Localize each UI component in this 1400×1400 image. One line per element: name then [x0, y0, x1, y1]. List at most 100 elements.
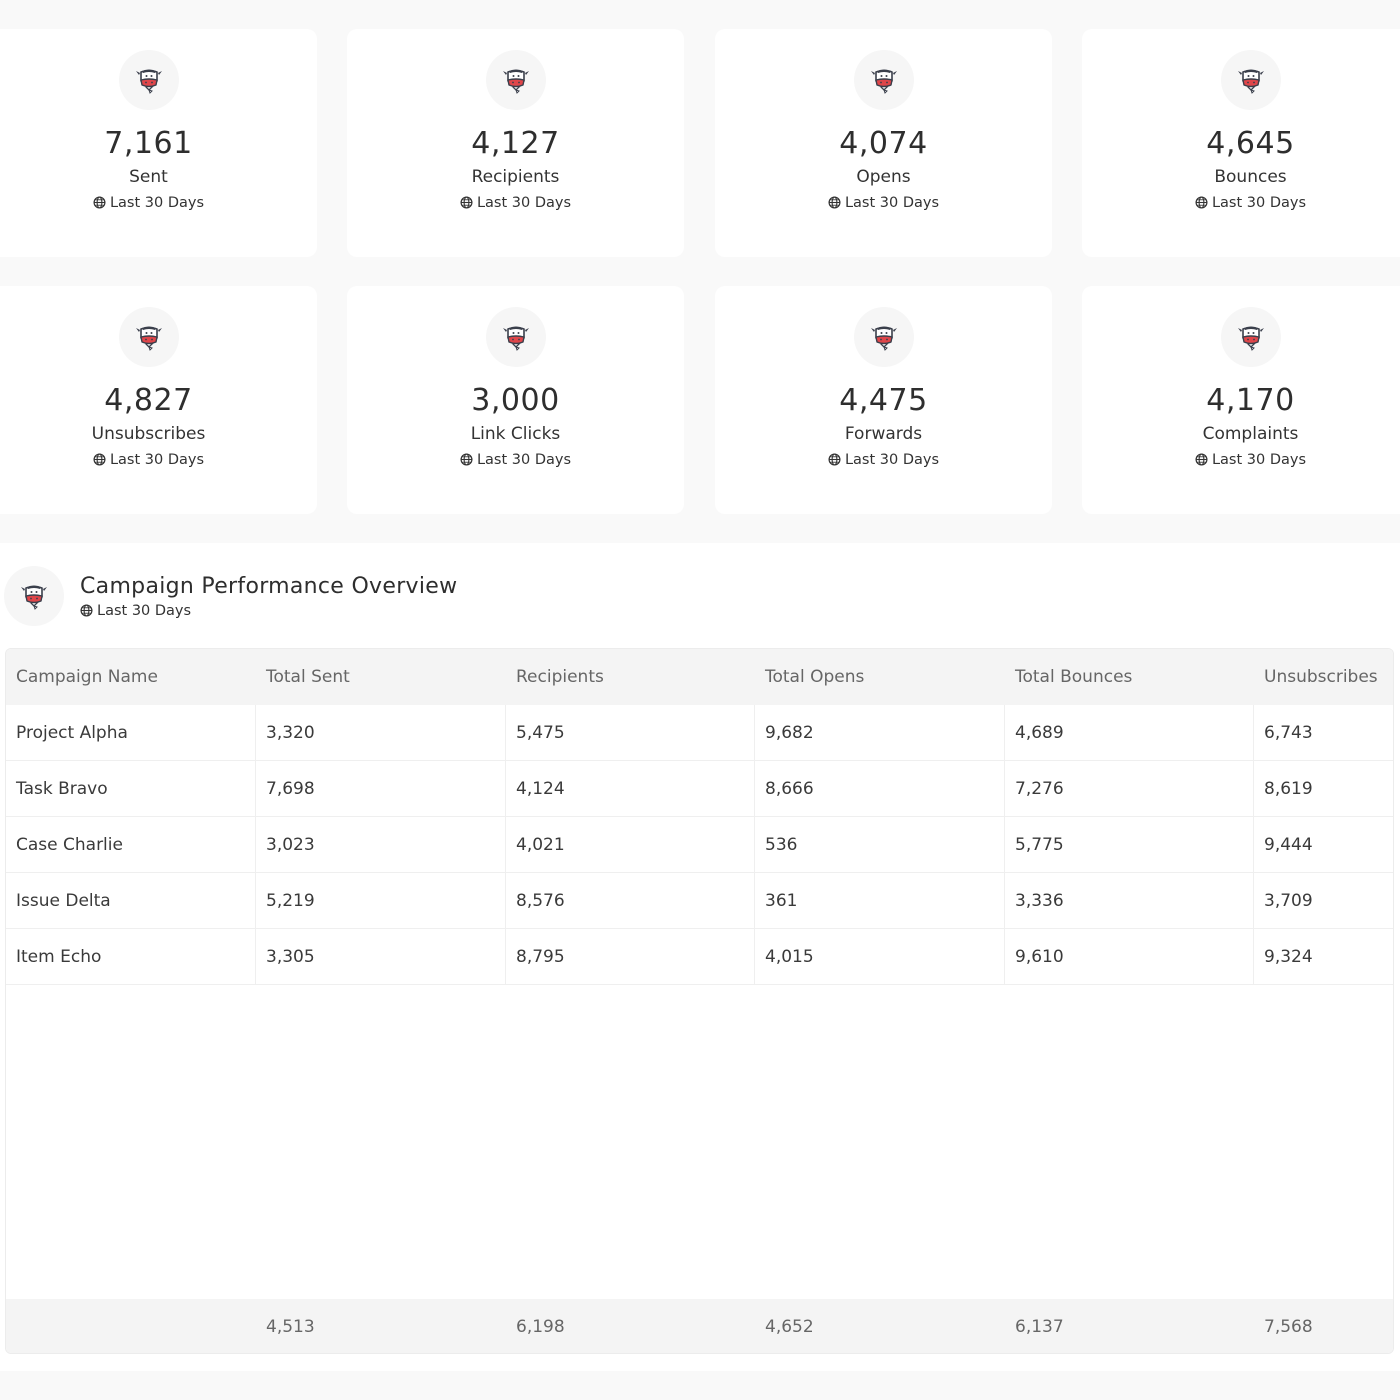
stat-label: Bounces [1214, 167, 1287, 187]
campaign-table: Campaign Name Total Sent Recipients Tota… [5, 648, 1394, 1354]
globe-icon [460, 453, 473, 466]
stat-value: 4,475 [839, 383, 928, 418]
cell-unsubscribes: 3,709 [1264, 891, 1313, 911]
globe-icon [93, 453, 106, 466]
cell-campaign-name: Task Bravo [6, 761, 256, 817]
overview-title: Campaign Performance Overview [80, 574, 458, 599]
stat-period-text: Last 30 Days [1211, 195, 1307, 211]
stat-period: Last 30 Days [347, 450, 684, 470]
stat-card-forwards: 4,475 Forwards Last 30 Days [715, 286, 1052, 514]
cell-total-sent: 7,698 [256, 761, 506, 817]
stat-period: Last 30 Days [715, 193, 1052, 213]
cow-mascot-icon [485, 50, 546, 110]
cell-campaign-name: Case Charlie [6, 817, 256, 873]
stat-value: 4,170 [1206, 383, 1295, 418]
stat-card-bounces: 4,645 Bounces Last 30 Days [1082, 29, 1400, 257]
overview-period: Last 30 Days [80, 601, 191, 621]
cell-recipients: 5,475 [506, 705, 755, 761]
stat-period-text: Last 30 Days [476, 195, 572, 211]
cell-total-bounces: 5,775 [1005, 817, 1254, 873]
cell-campaign-name: Project Alpha [6, 705, 256, 761]
stat-value: 4,827 [104, 383, 193, 418]
footer-cell-unsubscribes: 7,568 [1264, 1317, 1313, 1337]
stat-card-sent: 7,161 Sent Last 30 Days [0, 29, 317, 257]
stat-period-text: Last 30 Days [109, 452, 205, 468]
cow-mascot-icon [1220, 50, 1281, 110]
stat-period: Last 30 Days [715, 450, 1052, 470]
table-row[interactable]: Case Charlie 3,023 4,021 536 5,775 9,444 [6, 817, 1393, 873]
stat-label: Complaints [1202, 424, 1299, 444]
cell-recipients: 8,795 [506, 929, 755, 985]
column-header-campaign-name[interactable]: Campaign Name [6, 649, 256, 705]
column-header-unsubscribes[interactable]: Unsubscribes [1254, 649, 1393, 705]
column-header-total-sent[interactable]: Total Sent [256, 649, 506, 705]
cell-total-opens: 9,682 [755, 705, 1005, 761]
cell-total-opens: 8,666 [755, 761, 1005, 817]
cell-total-sent: 3,320 [256, 705, 506, 761]
cow-mascot-icon [1220, 307, 1281, 367]
globe-icon [80, 604, 93, 617]
stat-value: 4,645 [1206, 126, 1295, 161]
cell-unsubscribes: 9,444 [1264, 835, 1313, 855]
cell-campaign-name: Issue Delta [6, 873, 256, 929]
table-footer-totals: 4,513 6,198 4,652 6,137 7,568 [6, 1299, 1393, 1353]
overview-period-text: Last 30 Days [97, 603, 192, 619]
cell-total-sent: 5,219 [256, 873, 506, 929]
stat-value: 7,161 [104, 126, 193, 161]
stat-period: Last 30 Days [0, 450, 317, 470]
stat-label: Link Clicks [470, 424, 561, 444]
stat-card-unsubscribes: 4,827 Unsubscribes Last 30 Days [0, 286, 317, 514]
footer-cell-label [6, 1299, 256, 1353]
cell-total-opens: 361 [755, 873, 1005, 929]
footer-cell-total-sent: 4,513 [266, 1317, 315, 1337]
stat-period: Last 30 Days [347, 193, 684, 213]
cell-total-bounces: 7,276 [1005, 761, 1254, 817]
stat-period: Last 30 Days [0, 193, 317, 213]
stat-label: Sent [129, 167, 168, 187]
globe-icon [1195, 453, 1208, 466]
cell-unsubscribes: 8,619 [1264, 779, 1313, 799]
stat-card-complaints: 4,170 Complaints Last 30 Days [1082, 286, 1400, 514]
stat-card-recipients: 4,127 Recipients Last 30 Days [347, 29, 684, 257]
stat-label: Unsubscribes [91, 424, 206, 444]
cell-total-bounces: 3,336 [1005, 873, 1254, 929]
globe-icon [828, 453, 841, 466]
cell-recipients: 4,021 [506, 817, 755, 873]
globe-icon [460, 196, 473, 209]
stat-period-text: Last 30 Days [844, 452, 940, 468]
stat-period-text: Last 30 Days [844, 195, 940, 211]
cow-mascot-icon [853, 307, 914, 367]
cell-total-opens: 536 [755, 817, 1005, 873]
stat-period: Last 30 Days [1082, 450, 1400, 470]
cell-total-bounces: 4,689 [1005, 705, 1254, 761]
stat-period-text: Last 30 Days [109, 195, 205, 211]
table-header-row: Campaign Name Total Sent Recipients Tota… [6, 649, 1393, 705]
column-header-recipients[interactable]: Recipients [506, 649, 755, 705]
stat-period: Last 30 Days [1082, 193, 1400, 213]
footer-cell-recipients: 6,198 [516, 1317, 565, 1337]
stat-card-opens: 4,074 Opens Last 30 Days [715, 29, 1052, 257]
cell-unsubscribes: 9,324 [1264, 947, 1313, 967]
stat-label: Recipients [471, 167, 560, 187]
globe-icon [93, 196, 106, 209]
cow-mascot-icon [853, 50, 914, 110]
cell-total-opens: 4,015 [755, 929, 1005, 985]
footer-cell-total-opens: 4,652 [765, 1317, 814, 1337]
stat-value: 4,074 [839, 126, 928, 161]
cell-recipients: 4,124 [506, 761, 755, 817]
table-row[interactable]: Task Bravo 7,698 4,124 8,666 7,276 8,619 [6, 761, 1393, 817]
campaign-overview-panel: Campaign Performance Overview Last 30 Da… [0, 543, 1400, 1371]
cow-mascot-icon [485, 307, 546, 367]
cell-recipients: 8,576 [506, 873, 755, 929]
table-row[interactable]: Project Alpha 3,320 5,475 9,682 4,689 6,… [6, 705, 1393, 761]
table-row[interactable]: Item Echo 3,305 8,795 4,015 9,610 9,324 [6, 929, 1393, 985]
column-header-total-opens[interactable]: Total Opens [755, 649, 1005, 705]
table-row[interactable]: Issue Delta 5,219 8,576 361 3,336 3,709 [6, 873, 1393, 929]
stat-label: Opens [856, 167, 911, 187]
cell-total-sent: 3,023 [256, 817, 506, 873]
cow-mascot-icon [4, 566, 64, 626]
stat-card-link-clicks: 3,000 Link Clicks Last 30 Days [347, 286, 684, 514]
cell-unsubscribes: 6,743 [1264, 723, 1313, 743]
stat-period-text: Last 30 Days [476, 452, 572, 468]
column-header-total-bounces[interactable]: Total Bounces [1005, 649, 1254, 705]
